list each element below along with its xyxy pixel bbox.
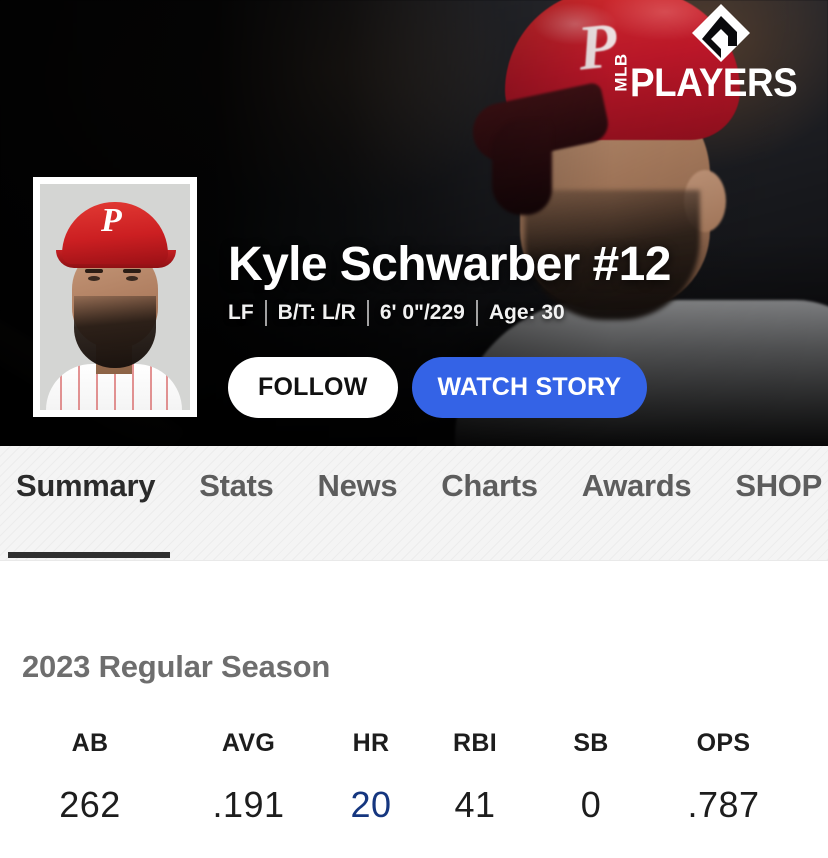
stat-value-hr: 20: [350, 784, 392, 825]
stat-label-ab: AB: [71, 729, 109, 757]
logo-players-text: PLAYERS: [630, 61, 798, 106]
stat-column-avg: AVG .191: [180, 729, 317, 826]
headshot-image: P: [40, 184, 190, 410]
bio-separator: [475, 300, 478, 327]
season-heading: 2023 Regular Season: [22, 649, 331, 684]
tab-stats[interactable]: Stats: [193, 468, 279, 504]
tab-awards[interactable]: Awards: [576, 468, 698, 504]
stat-label-avg: AVG: [221, 729, 276, 757]
logo-mlb-text-box: MLB: [608, 48, 631, 100]
bio-separator: [264, 300, 267, 327]
watch-story-button[interactable]: WATCH STORY: [411, 357, 648, 418]
headshot-eye-left: [88, 276, 100, 281]
player-headshot[interactable]: P: [33, 177, 197, 417]
stat-label-sb: SB: [573, 729, 609, 757]
player-identity: Kyle Schwarber #12 LF B/T: L/R 6' 0"/229…: [228, 238, 671, 327]
stat-column-sb: SB 0: [525, 729, 657, 826]
stat-column-hr: HR 20: [317, 729, 425, 826]
profile-tab-bar: Summary Stats News Charts Awards SHOP: [0, 446, 828, 561]
tab-list: Summary Stats News Charts Awards SHOP: [10, 468, 828, 504]
bio-separator: [366, 300, 369, 327]
headshot-brow-left: [85, 269, 103, 273]
tab-summary[interactable]: Summary: [10, 468, 161, 504]
stat-column-rbi: RBI 41: [425, 729, 525, 826]
bio-position: LF: [228, 301, 254, 325]
phillies-cap-p-icon: P: [101, 202, 122, 239]
stat-value-sb: 0: [580, 784, 602, 825]
mlb-players-logo[interactable]: MLB PLAYERS: [608, 8, 812, 106]
bio-height-weight: 6' 0"/229: [379, 301, 465, 325]
bio-bats-throws: B/T: L/R: [277, 301, 356, 325]
stat-column-ops: OPS .787: [657, 729, 790, 826]
player-bio: LF B/T: L/R 6' 0"/229 Age: 30: [228, 300, 671, 327]
stat-table: AB 262 AVG .191 HR 20 RBI 41 SB 0 OPS .7…: [0, 729, 790, 826]
active-tab-indicator: [8, 552, 170, 558]
tab-charts[interactable]: Charts: [435, 468, 543, 504]
stat-value-rbi: 41: [454, 784, 496, 825]
headshot-eye-right: [126, 276, 138, 281]
headshot-beard: [74, 296, 156, 368]
page-title: Kyle Schwarber #12: [228, 238, 671, 291]
stat-value-avg: .191: [212, 784, 285, 825]
tab-shop[interactable]: SHOP: [729, 468, 828, 504]
logo-mlb-text: MLB: [611, 52, 631, 92]
tab-news[interactable]: News: [312, 468, 404, 504]
stat-value-ab: 262: [59, 784, 121, 825]
headshot-brow-right: [123, 269, 141, 273]
stat-value-ops: .787: [687, 784, 760, 825]
stat-column-ab: AB 262: [0, 729, 180, 826]
bio-age: Age: 30: [488, 301, 565, 325]
hero-banner: P MLB PLAYERS: [0, 0, 828, 446]
stat-label-hr: HR: [352, 729, 390, 757]
stat-label-ops: OPS: [696, 729, 751, 757]
hero-actions: FOLLOW WATCH STORY: [228, 357, 648, 418]
stat-label-rbi: RBI: [453, 729, 497, 757]
player-profile-page: P MLB PLAYERS: [0, 0, 828, 858]
follow-button[interactable]: FOLLOW: [228, 357, 398, 418]
